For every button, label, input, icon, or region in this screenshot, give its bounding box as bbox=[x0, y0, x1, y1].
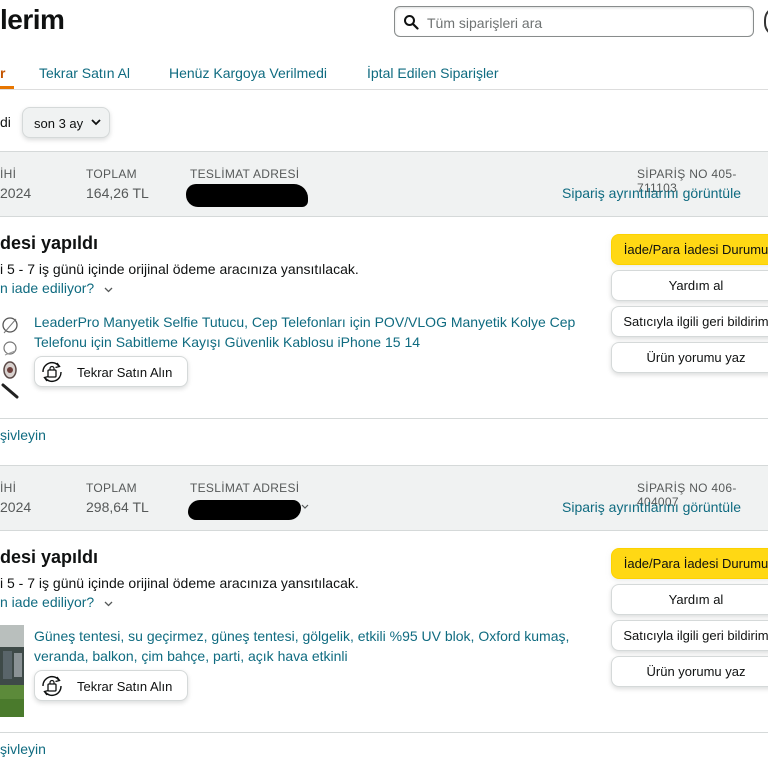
refund-status-toggle[interactable]: n iade ediliyor? bbox=[0, 594, 113, 610]
search-box[interactable] bbox=[394, 6, 754, 37]
buy-again-icon bbox=[42, 362, 62, 382]
order-status: desi yapıldı bbox=[0, 547, 99, 567]
tab-buy-again[interactable]: Tekrar Satın Al bbox=[39, 65, 130, 81]
order-date-value: 2024 bbox=[0, 185, 32, 201]
order-status: desi yapıldı bbox=[0, 233, 99, 253]
order-header: İHİ 2024 TOPLAM 298,64 TL TESLİMAT ADRES… bbox=[0, 465, 768, 531]
divider bbox=[0, 418, 768, 419]
search-icon bbox=[404, 15, 419, 30]
search-input[interactable] bbox=[425, 10, 749, 35]
chevron-down-icon[interactable] bbox=[301, 504, 309, 510]
order-total-label: TOPLAM bbox=[86, 481, 137, 495]
order-date-label: İHİ bbox=[0, 481, 17, 495]
buy-again-label: Tekrar Satın Alın bbox=[77, 365, 173, 380]
order-date-value: 2024 bbox=[0, 499, 32, 515]
product-image[interactable] bbox=[0, 315, 24, 407]
shipping-address-label: TESLİMAT ADRESİ bbox=[190, 481, 300, 495]
redacted-address bbox=[188, 500, 301, 520]
refund-status-button[interactable]: İade/Para İadesi Durumu bbox=[611, 234, 768, 265]
product-title-link[interactable]: LeaderPro Manyetik Selfie Tutucu, Cep Te… bbox=[34, 312, 594, 352]
refund-info: i 5 - 7 iş günü içinde orijinal ödeme ar… bbox=[0, 261, 359, 277]
filter-label: di bbox=[0, 114, 11, 130]
buy-again-label: Tekrar Satın Alın bbox=[77, 679, 173, 694]
chevron-down-icon bbox=[91, 119, 101, 126]
tab-orders[interactable]: r bbox=[0, 65, 5, 81]
write-review-button[interactable]: Ürün yorumu yaz bbox=[611, 342, 768, 373]
divider bbox=[0, 732, 768, 733]
seller-feedback-button[interactable]: Satıcıyla ilgili geri bildirim bbox=[611, 306, 768, 337]
tab-cancelled[interactable]: İptal Edilen Siparişler bbox=[367, 65, 499, 81]
refund-status-button[interactable]: İade/Para İadesi Durumu bbox=[611, 548, 768, 579]
refund-info: i 5 - 7 iş günü içinde orijinal ödeme ar… bbox=[0, 575, 359, 591]
order-header: İHİ 2024 TOPLAM 164,26 TL TESLİMAT ADRES… bbox=[0, 151, 768, 217]
product-title-link[interactable]: Güneş tentesi, su geçirmez, güneş tentes… bbox=[34, 626, 594, 666]
refund-status-link-text: n iade ediliyor? bbox=[0, 594, 95, 610]
get-help-button[interactable]: Yardım al bbox=[611, 584, 768, 615]
tabs-divider bbox=[0, 89, 768, 90]
chevron-down-icon bbox=[104, 601, 113, 607]
order-details-link[interactable]: Sipariş ayrıntılarını görüntüle bbox=[562, 499, 741, 515]
time-range-dropdown[interactable]: son 3 ay bbox=[22, 107, 110, 138]
refund-status-toggle[interactable]: n iade ediliyor? bbox=[0, 280, 113, 296]
buy-again-icon bbox=[42, 676, 62, 696]
order-date-label: İHİ bbox=[0, 167, 17, 181]
buy-again-button[interactable]: Tekrar Satın Alın bbox=[34, 670, 188, 701]
order-total-value: 164,26 TL bbox=[86, 185, 149, 201]
seller-feedback-button[interactable]: Satıcıyla ilgili geri bildirim bbox=[611, 620, 768, 651]
archive-order-link[interactable]: şivleyin bbox=[0, 741, 46, 757]
tab-not-shipped[interactable]: Henüz Kargoya Verilmedi bbox=[169, 65, 327, 81]
write-review-button[interactable]: Ürün yorumu yaz bbox=[611, 656, 768, 687]
get-help-button[interactable]: Yardım al bbox=[611, 270, 768, 301]
refund-status-link-text: n iade ediliyor? bbox=[0, 280, 95, 296]
search-button[interactable] bbox=[764, 6, 768, 37]
order-details-link[interactable]: Sipariş ayrıntılarını görüntüle bbox=[562, 185, 741, 201]
order-total-label: TOPLAM bbox=[86, 167, 137, 181]
buy-again-button[interactable]: Tekrar Satın Alın bbox=[34, 356, 188, 387]
page-title: lerim bbox=[0, 4, 65, 35]
chevron-down-icon bbox=[104, 287, 113, 293]
archive-order-link[interactable]: şivleyin bbox=[0, 427, 46, 443]
product-image[interactable] bbox=[0, 625, 24, 717]
order-total-value: 298,64 TL bbox=[86, 499, 149, 515]
redacted-address bbox=[186, 184, 308, 207]
time-range-value: son 3 ay bbox=[34, 116, 84, 131]
shipping-address-label: TESLİMAT ADRESİ bbox=[190, 167, 300, 181]
